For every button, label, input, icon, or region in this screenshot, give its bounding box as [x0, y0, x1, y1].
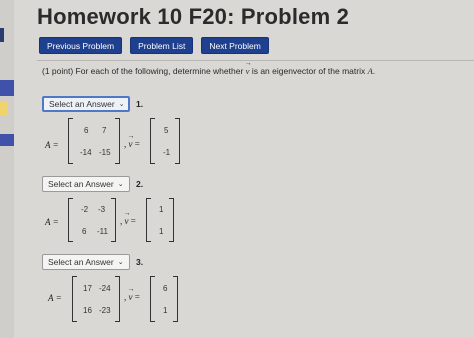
problem-instruction: (1 point) For each of the following, det… [42, 66, 375, 76]
divider [37, 60, 474, 61]
previous-problem-button[interactable]: Previous Problem [39, 37, 123, 54]
matrix-cell: 6 [82, 227, 87, 236]
problem-list-button[interactable]: Problem List [130, 37, 194, 54]
vector-label: , v = [124, 292, 140, 302]
matrix-cell: 6 [84, 126, 89, 135]
select-label: Select an Answer [48, 179, 114, 189]
vector-symbol: v [129, 292, 133, 302]
matrix-a-label: A = [48, 293, 62, 303]
matrix-cell: 17 [83, 284, 92, 293]
matrix-cell: -2 [81, 205, 89, 214]
vector-symbol: v [129, 139, 133, 149]
problem-number: 3. [136, 257, 144, 267]
vector-cell: 1 [159, 205, 164, 214]
instruction-middle: is an eigenvector of the matrix [251, 66, 366, 76]
vector-cell: -1 [163, 148, 171, 157]
matrix-a-label: A = [45, 140, 59, 150]
vector-label: , v = [120, 216, 136, 226]
next-problem-button[interactable]: Next Problem [201, 37, 269, 54]
vector-v: 5 -1 [150, 118, 180, 164]
instruction-prefix: (1 point) For each of the following, det… [42, 66, 244, 76]
problem-nav: Previous Problem Problem List Next Probl… [39, 37, 269, 54]
page-title: Homework 10 F20: Problem 2 [37, 4, 350, 29]
problem-number: 1. [136, 99, 144, 109]
matrix-a: 6 7 -14 -15 [68, 118, 120, 164]
matrix-cell: 16 [83, 306, 92, 315]
chevron-down-icon: ⌄ [117, 181, 124, 188]
chevron-down-icon: ⌄ [117, 259, 124, 266]
vector-symbol: v [125, 216, 129, 226]
edge-marker [0, 134, 14, 146]
chevron-down-icon: ⌄ [118, 101, 125, 108]
vector-cell: 1 [163, 306, 168, 315]
matrix-cell: -15 [99, 148, 111, 157]
answer-select-2[interactable]: Select an Answer ⌄ [42, 176, 130, 192]
instruction-suffix: . [372, 66, 376, 76]
matrix-a: 17 -24 16 -23 [72, 276, 120, 322]
problem-number: 2. [136, 179, 144, 189]
matrix-cell: -24 [99, 284, 111, 293]
vector-label: , v = [124, 139, 140, 149]
matrix-a: -2 -3 6 -11 [68, 198, 116, 242]
matrix-cell: -14 [80, 148, 92, 157]
vector-v: 1 1 [146, 198, 174, 242]
matrix-cell: -23 [99, 306, 111, 315]
vector-cell: 1 [159, 227, 164, 236]
vector-cell: 5 [164, 126, 169, 135]
edge-marker [0, 102, 8, 116]
matrix-a-label: A = [45, 217, 59, 227]
vector-cell: 6 [163, 284, 168, 293]
left-edge-strip [0, 0, 14, 338]
answer-select-3[interactable]: Select an Answer ⌄ [42, 254, 130, 270]
select-label: Select an Answer [49, 99, 115, 109]
edge-marker [0, 28, 4, 42]
matrix-cell: 7 [102, 126, 107, 135]
vector-v: 6 1 [150, 276, 178, 322]
matrix-cell: -11 [97, 227, 108, 236]
vector-symbol: v [246, 66, 250, 76]
answer-select-1[interactable]: Select an Answer ⌄ [42, 96, 130, 112]
matrix-cell: -3 [98, 205, 106, 214]
edge-marker [0, 80, 14, 96]
select-label: Select an Answer [48, 257, 114, 267]
